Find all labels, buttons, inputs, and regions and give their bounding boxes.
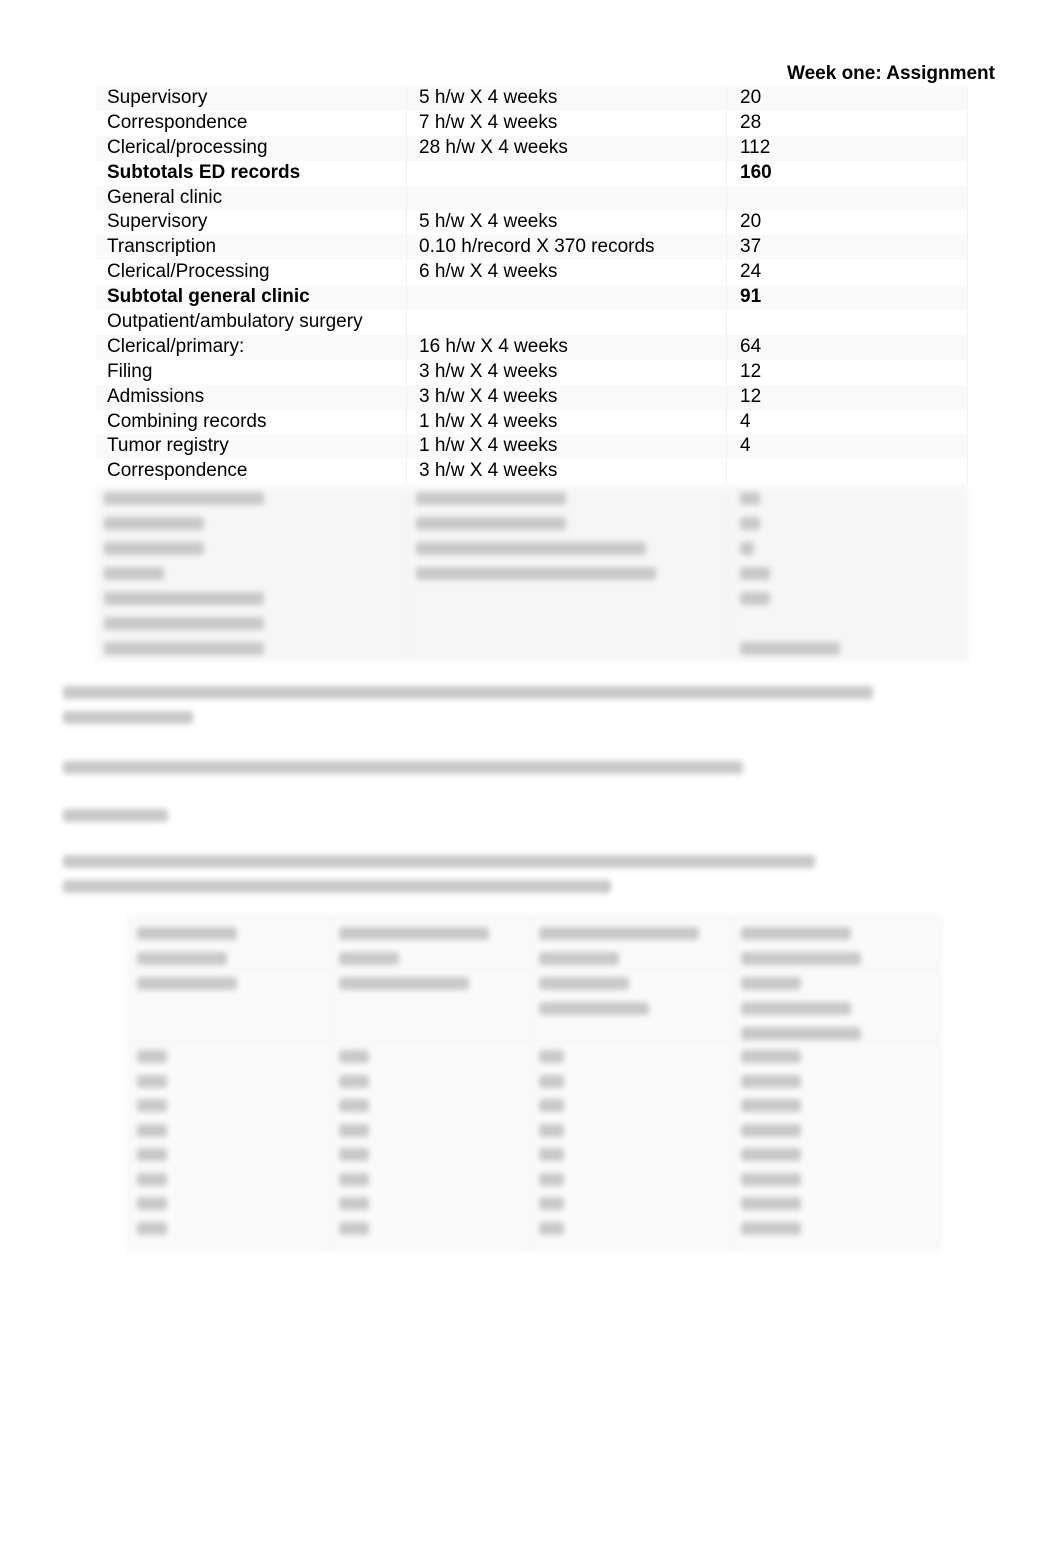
blurred-text <box>539 1050 564 1063</box>
blurred-text <box>741 1002 851 1015</box>
blurred-text <box>137 1074 167 1088</box>
blurred-text <box>741 1099 801 1112</box>
blurred-text <box>339 1099 369 1112</box>
blurred-text <box>63 855 815 868</box>
blurred-text <box>741 1123 801 1137</box>
blurred-text <box>63 809 168 822</box>
blurred-text <box>339 1221 369 1235</box>
blurred-text <box>741 952 861 965</box>
table-gridline <box>129 1041 939 1042</box>
table-gridline <box>531 917 532 1249</box>
blurred-text <box>741 927 851 940</box>
blurred-text <box>339 977 469 990</box>
table-gridline <box>331 917 332 1249</box>
blurred-text <box>137 1172 167 1186</box>
blurred-text <box>339 1074 369 1088</box>
blurred-text <box>63 711 193 724</box>
blurred-text <box>137 1221 167 1235</box>
blurred-text <box>741 1074 801 1088</box>
blurred-text <box>539 1002 649 1015</box>
blurred-text <box>63 686 873 699</box>
blurred-text <box>137 1197 167 1210</box>
blurred-text <box>539 1123 564 1137</box>
blurred-text <box>339 1172 369 1186</box>
blurred-text <box>741 1148 801 1161</box>
blurred-text <box>63 761 743 774</box>
blurred-text <box>539 977 629 990</box>
document-page: Week one: Assignment Supervisory 5 h/w X … <box>0 0 1062 1556</box>
blurred-physician-table <box>128 916 940 1250</box>
blurred-text <box>137 1148 167 1161</box>
blurred-text <box>137 927 237 940</box>
blurred-text <box>339 1197 369 1210</box>
blurred-text <box>741 1221 801 1235</box>
blurred-text <box>741 977 801 990</box>
blurred-text <box>741 1197 801 1210</box>
table-gridline <box>733 917 734 1249</box>
blurred-text <box>539 1221 564 1235</box>
blurred-text <box>741 1172 801 1186</box>
blurred-text <box>539 1172 564 1186</box>
blurred-paragraphs <box>0 0 1062 1556</box>
table-gridline <box>129 969 939 970</box>
blurred-text <box>137 1123 167 1137</box>
blurred-text <box>137 1050 167 1063</box>
blurred-text <box>339 1123 369 1137</box>
blurred-text <box>339 1050 369 1063</box>
blurred-text <box>339 1148 369 1161</box>
blurred-text <box>741 1050 801 1063</box>
blurred-text <box>539 1099 564 1112</box>
blurred-text <box>539 1074 564 1088</box>
blurred-text <box>539 927 699 940</box>
blurred-text <box>339 952 399 965</box>
blurred-text <box>137 952 227 965</box>
blurred-text <box>741 1027 861 1040</box>
blurred-text <box>539 1148 564 1161</box>
blurred-text <box>539 1197 564 1210</box>
blurred-text <box>137 977 237 990</box>
blurred-text <box>539 952 619 965</box>
blurred-text <box>339 927 489 940</box>
blurred-text <box>63 880 611 893</box>
blurred-text <box>137 1099 167 1112</box>
